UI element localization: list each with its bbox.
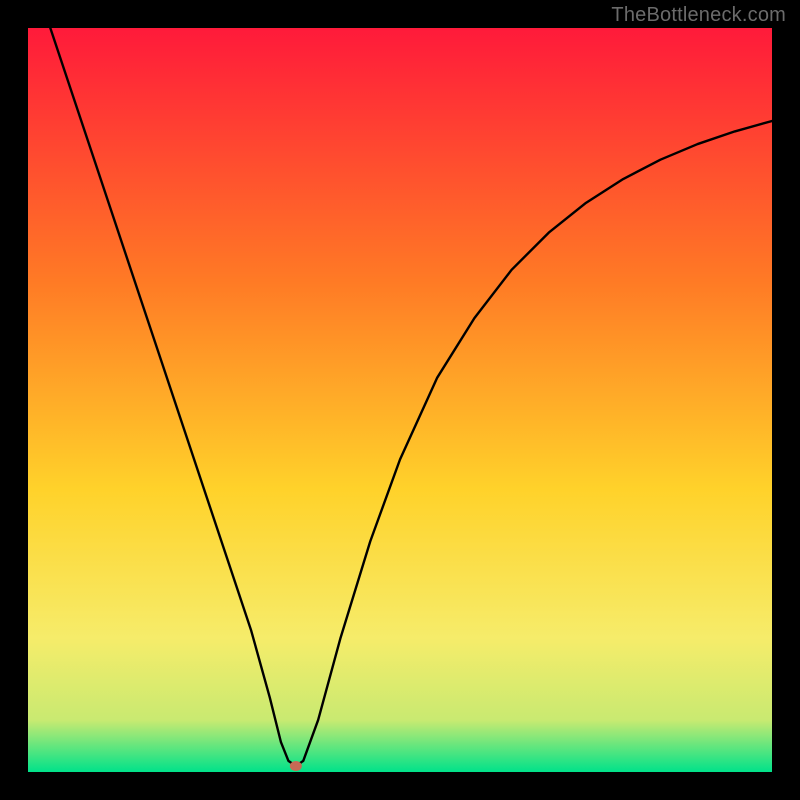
chart-stage: TheBottleneck.com [0, 0, 800, 800]
plot-background [28, 28, 772, 772]
minimum-marker-icon [290, 761, 302, 771]
bottleneck-chart [28, 28, 772, 772]
watermark-text: TheBottleneck.com [611, 4, 786, 27]
